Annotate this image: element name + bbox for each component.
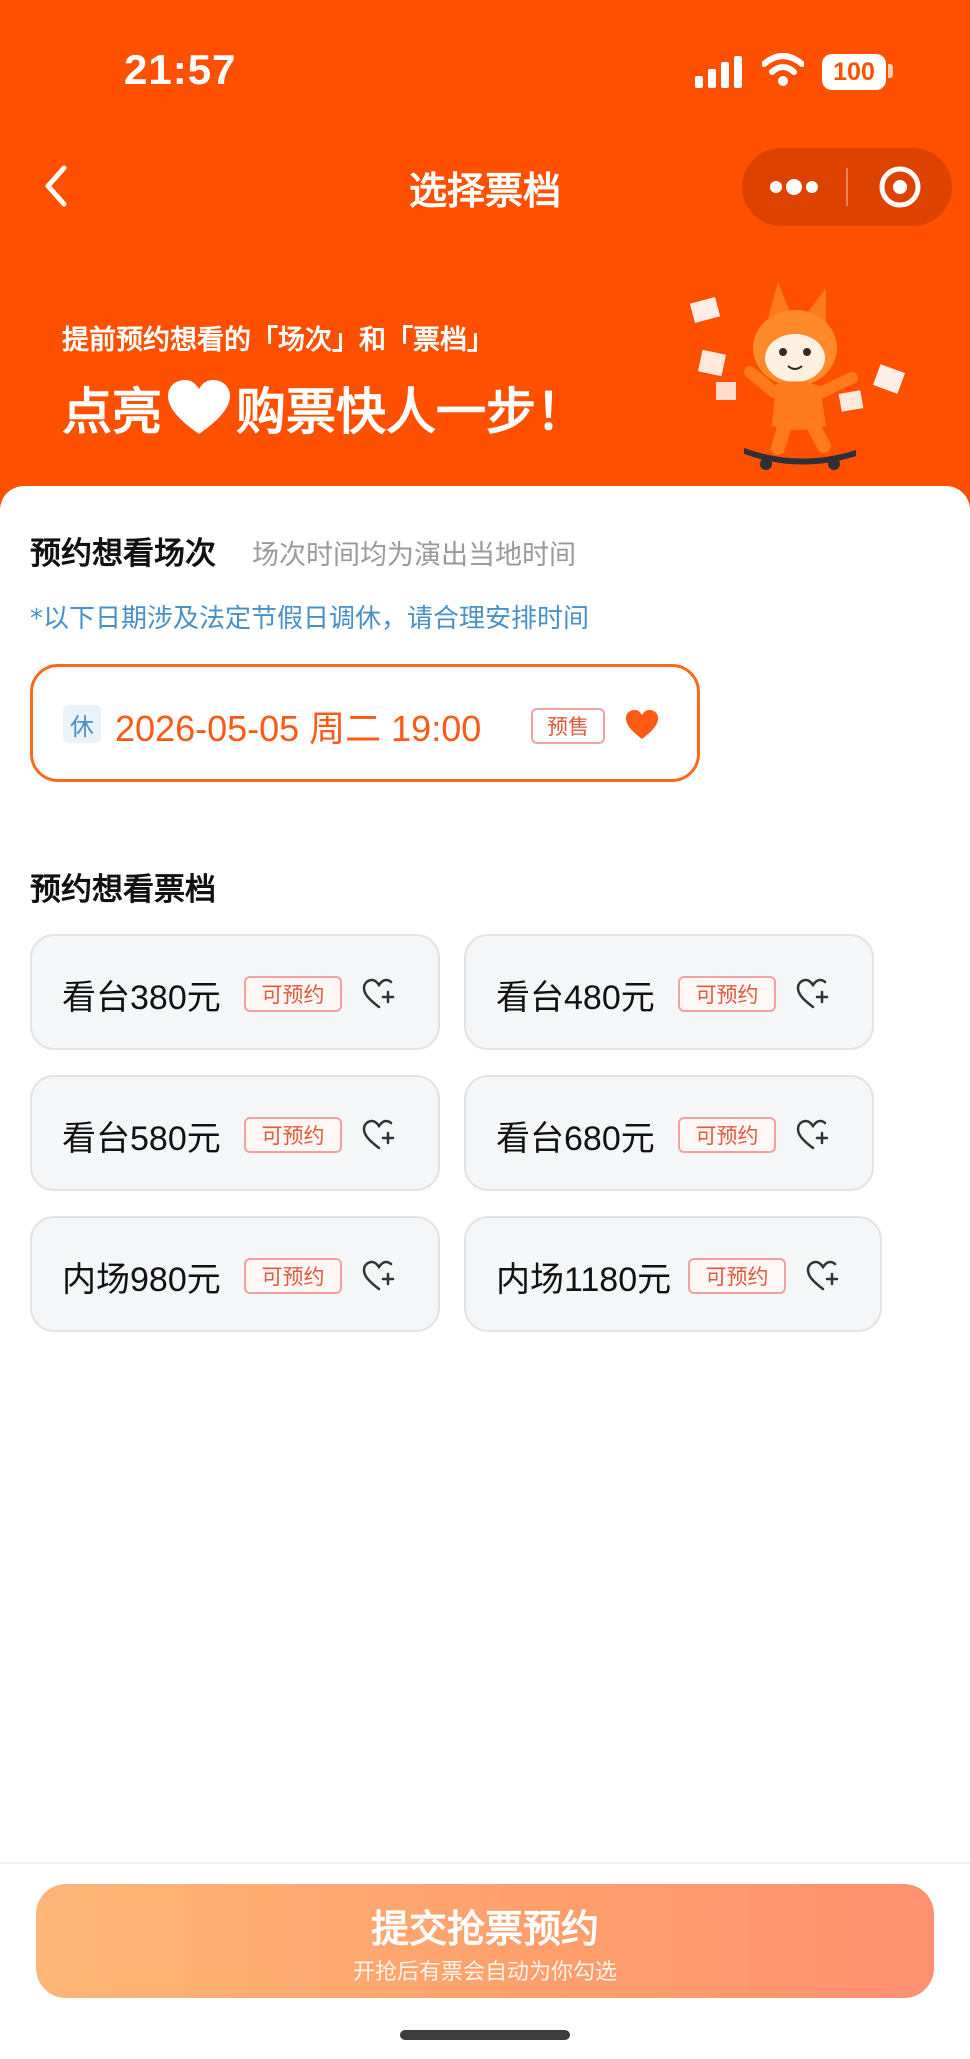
- wifi-icon: [762, 53, 804, 86]
- heart-icon: [168, 380, 230, 434]
- tier-name: 内场1180元: [496, 1261, 672, 1299]
- signal-icon: [695, 56, 742, 88]
- tier-option[interactable]: 看台380元 可预约: [30, 934, 440, 1050]
- battery-cap: [888, 64, 893, 78]
- heart-add-icon[interactable]: [362, 1119, 396, 1151]
- available-badge: 可预约: [678, 1117, 776, 1153]
- session-section-subtitle: 场次时间均为演出当地时间: [252, 540, 576, 571]
- holiday-tag: 休: [63, 705, 101, 743]
- session-datetime: 2026-05-05 周二 19:00: [115, 708, 482, 749]
- heart-add-icon[interactable]: [362, 1260, 396, 1292]
- available-badge: 可预约: [688, 1258, 786, 1294]
- tier-option[interactable]: 看台680元 可预约: [464, 1075, 874, 1191]
- tier-section-title: 预约想看票档: [30, 872, 216, 908]
- presale-badge: 预售: [531, 708, 605, 744]
- banner-headline: 点亮 购票快人一步！: [62, 372, 586, 444]
- mascot-illustration: [689, 282, 905, 470]
- tier-option[interactable]: 内场980元 可预约: [30, 1216, 440, 1332]
- tier-option[interactable]: 看台580元 可预约: [30, 1075, 440, 1191]
- available-badge: 可预约: [244, 1117, 342, 1153]
- heart-add-icon[interactable]: [362, 978, 396, 1010]
- tier-name: 看台480元: [496, 979, 655, 1017]
- bottom-divider: [0, 1862, 970, 1864]
- banner-headline-right: 购票快人一步！: [236, 383, 586, 441]
- session-option[interactable]: 休 2026-05-05 周二 19:00 预售: [30, 664, 700, 782]
- available-badge: 可预约: [678, 976, 776, 1012]
- status-time: 21:57: [124, 46, 237, 93]
- tier-name: 看台680元: [496, 1120, 655, 1158]
- tier-option[interactable]: 内场1180元 可预约: [464, 1216, 882, 1332]
- heart-icon[interactable]: [625, 709, 659, 741]
- submit-reservation-button[interactable]: 提交抢票预约 开抢后有票会自动为你勾选: [36, 1884, 934, 1998]
- more-dots-icon[interactable]: [742, 148, 846, 226]
- session-section-title: 预约想看场次: [30, 536, 216, 572]
- header-banner: 21:57 100 选择票档 提前预约想看的「场次」和「票档」 点亮 购票快人一…: [0, 0, 970, 520]
- available-badge: 可预约: [244, 976, 342, 1012]
- close-target-icon[interactable]: [848, 148, 952, 226]
- tier-name: 看台380元: [62, 979, 221, 1017]
- heart-add-icon[interactable]: [796, 978, 830, 1010]
- status-bar: 21:57 100: [0, 0, 970, 140]
- submit-button-label: 提交抢票预约: [370, 1907, 599, 1951]
- available-badge: 可预约: [244, 1258, 342, 1294]
- banner-headline-left: 点亮: [62, 383, 162, 441]
- heart-add-icon[interactable]: [806, 1260, 840, 1292]
- tier-option[interactable]: 看台480元 可预约: [464, 934, 874, 1050]
- banner-subtitle: 提前预约想看的「场次」和「票档」: [62, 325, 494, 356]
- heart-add-icon[interactable]: [796, 1119, 830, 1151]
- battery-icon: 100: [822, 54, 886, 90]
- submit-button-sublabel: 开抢后有票会自动为你勾选: [352, 1960, 617, 1985]
- tier-name: 内场980元: [62, 1261, 221, 1299]
- home-indicator: [400, 2030, 570, 2040]
- holiday-notice: *以下日期涉及法定节假日调休，请合理安排时间: [30, 604, 590, 634]
- mini-program-capsule: [742, 148, 952, 226]
- tier-name: 看台580元: [62, 1120, 221, 1158]
